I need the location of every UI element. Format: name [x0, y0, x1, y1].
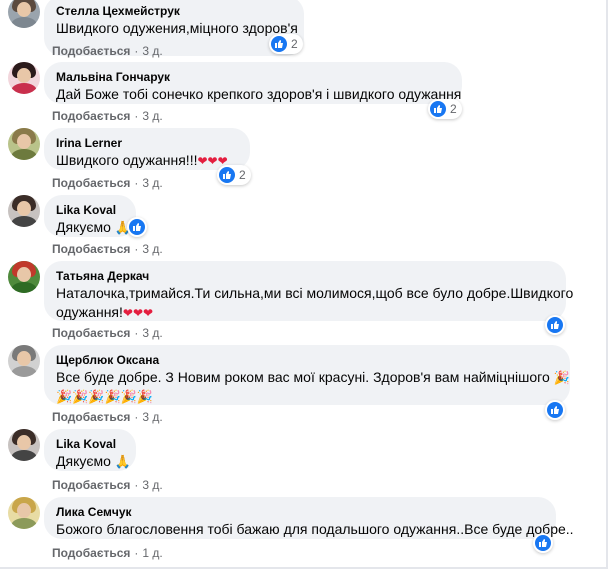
reaction-count[interactable]: [545, 315, 565, 335]
comment-text: Наталочка,тримайся.Ти сильна,ми всі моли…: [56, 285, 574, 301]
user-avatar-icon[interactable]: [8, 261, 40, 293]
comment-author[interactable]: Мальвіна Гончарук: [56, 69, 450, 85]
comment-text: Дякуємо: [56, 453, 111, 469]
comment-author[interactable]: Irina Lerner: [56, 135, 238, 151]
comment-bubble: Lika Koval Дякуємо 🙏: [44, 195, 136, 237]
like-reaction-icon: [535, 535, 551, 551]
user-avatar-icon[interactable]: [8, 345, 40, 377]
comment-bubble: Щерблюк Оксана Все буде добре. З Новим р…: [44, 345, 570, 405]
comment-bubble: Татьяна Деркач Наталочка,тримайся.Ти сил…: [44, 261, 574, 321]
comment-actions: Подобається · 3 д.: [52, 478, 163, 492]
comment-text: Дай Боже тобі сонечко крепкого здоров'я …: [56, 86, 462, 102]
comment-actions: Подобається · 1 д.: [52, 546, 163, 560]
comment-text-continued: одужання!: [56, 304, 123, 320]
comment-timestamp[interactable]: 3 д.: [142, 109, 162, 123]
user-avatar-icon[interactable]: [8, 0, 40, 28]
comment-author[interactable]: Lika Koval: [56, 202, 124, 218]
comment-text: Швидкого одужения,міцного здоров'я: [56, 20, 298, 36]
reaction-count[interactable]: 2: [269, 34, 303, 54]
comment-text: Все буде добре. З Новим роком вас мої кр…: [56, 369, 550, 385]
comment-actions: Подобається · 3 д.: [52, 242, 163, 256]
comment-timestamp[interactable]: 3 д.: [142, 410, 162, 424]
comment-timestamp[interactable]: 1 д.: [142, 546, 162, 560]
comment-text: Дякуємо: [56, 219, 111, 235]
comment-author[interactable]: Щерблюк Оксана: [56, 352, 558, 368]
comment-text: Божого благословення тобі бажаю для пода…: [56, 521, 574, 537]
like-button[interactable]: Подобається: [52, 410, 130, 424]
comment-bubble: Irina Lerner Швидкого одужання!!!❤❤❤: [44, 128, 250, 170]
party-popper-icon: 🎉🎉🎉🎉🎉🎉: [56, 389, 154, 404]
comment-timestamp[interactable]: 3 д.: [142, 478, 162, 492]
like-reaction-icon: [219, 167, 235, 183]
comment-author[interactable]: Татьяна Деркач: [56, 268, 554, 284]
reaction-count[interactable]: 2: [428, 99, 462, 119]
user-avatar-icon[interactable]: [8, 195, 40, 227]
party-popper-icon: 🎉: [553, 370, 570, 385]
comment-actions: Подобається · 3 д.: [52, 326, 163, 340]
comment-bubble: Lika Koval Дякуємо 🙏: [44, 429, 136, 471]
user-avatar-icon[interactable]: [8, 62, 40, 94]
user-avatar-icon[interactable]: [8, 497, 40, 529]
like-button[interactable]: Подобається: [52, 242, 130, 256]
reaction-count[interactable]: 2: [217, 165, 251, 185]
user-avatar-icon[interactable]: [8, 128, 40, 160]
comment-actions: Подобається · 3 д.: [52, 176, 163, 190]
comment-timestamp[interactable]: 3 д.: [142, 326, 162, 340]
heart-emoji-icon: ❤❤❤: [122, 306, 154, 320]
comment-bubble: Мальвіна Гончарук Дай Боже тобі сонечко …: [44, 62, 462, 104]
comment-timestamp[interactable]: 3 д.: [142, 176, 162, 190]
reaction-count[interactable]: [545, 400, 565, 420]
like-button[interactable]: Подобається: [52, 109, 130, 123]
like-button[interactable]: Подобається: [52, 478, 130, 492]
comment-actions: Подобається · 3 д.: [52, 109, 163, 123]
like-button[interactable]: Подобається: [52, 326, 130, 340]
like-reaction-icon: [129, 219, 145, 235]
like-button[interactable]: Подобається: [52, 176, 130, 190]
like-reaction-icon: [271, 36, 287, 52]
comment-bubble: Лика Семчук Божого благословення тобі ба…: [44, 497, 574, 539]
praying-hands-icon: 🙏: [114, 454, 131, 469]
user-avatar-icon[interactable]: [8, 429, 40, 461]
comment-timestamp[interactable]: 3 д.: [142, 242, 162, 256]
comment-actions: Подобається · 3 д.: [52, 410, 163, 424]
comment-actions: Подобається · 3 д.: [52, 44, 163, 58]
comment-text: Швидкого одужання!!!: [56, 152, 198, 168]
like-reaction-icon: [430, 101, 446, 117]
comment-author[interactable]: Стелла Цехмейструк: [56, 3, 292, 19]
comment-timestamp[interactable]: 3 д.: [142, 44, 162, 58]
comment-author[interactable]: Lika Koval: [56, 436, 124, 452]
comment-author[interactable]: Лика Семчук: [56, 504, 544, 520]
reaction-count[interactable]: [533, 533, 553, 553]
like-reaction-icon: [547, 402, 563, 418]
like-button[interactable]: Подобається: [52, 546, 130, 560]
like-button[interactable]: Подобається: [52, 44, 130, 58]
like-reaction-icon: [547, 317, 563, 333]
reaction-count[interactable]: [127, 217, 147, 237]
